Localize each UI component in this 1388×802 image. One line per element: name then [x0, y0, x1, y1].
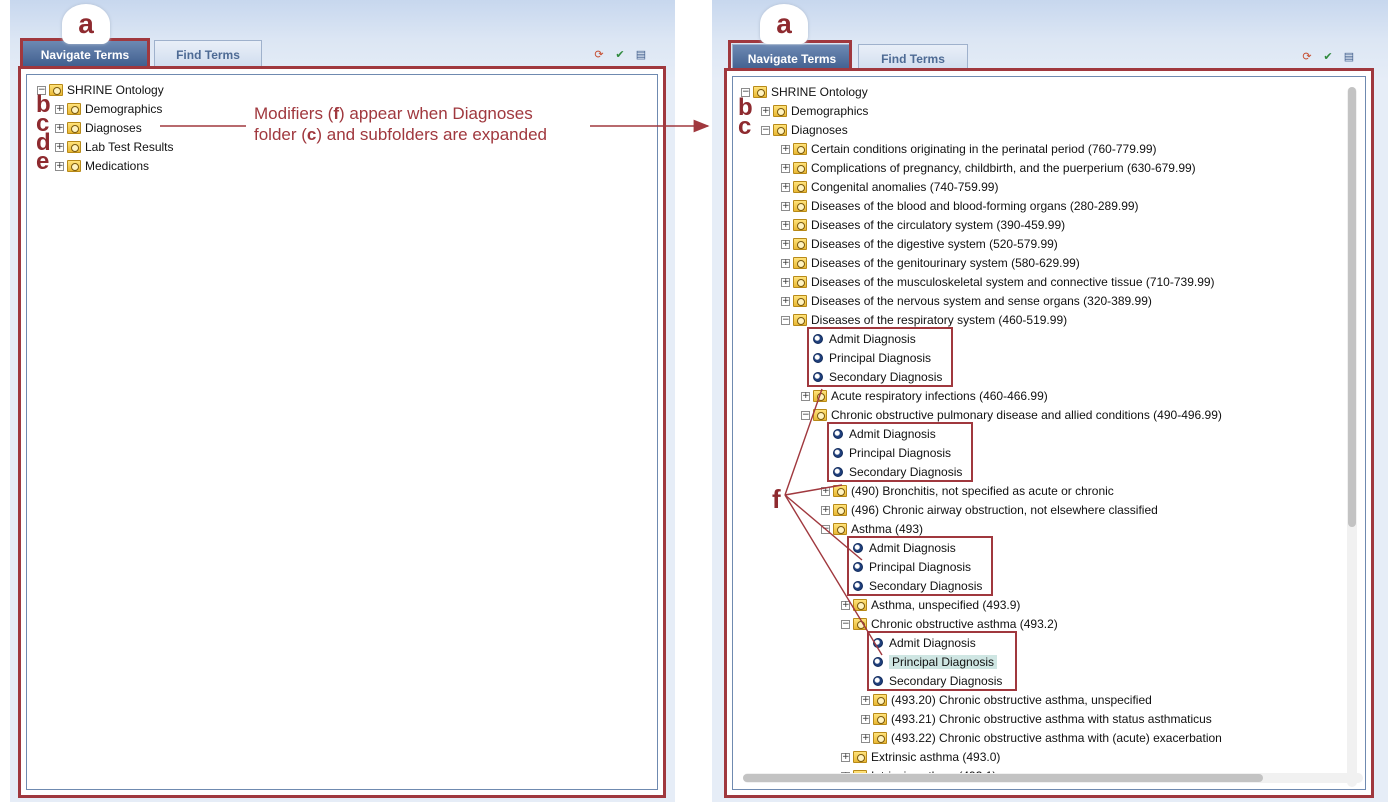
annotation-overlay [160, 119, 883, 656]
leader-line-f [784, 494, 863, 561]
leader-line-f [784, 388, 823, 496]
leader-line-f [784, 494, 883, 656]
leader-line-f [784, 484, 843, 496]
figure-root: Navigate Terms Find Terms a ⟳ ✔ ▤ − SHRI… [0, 0, 1388, 802]
